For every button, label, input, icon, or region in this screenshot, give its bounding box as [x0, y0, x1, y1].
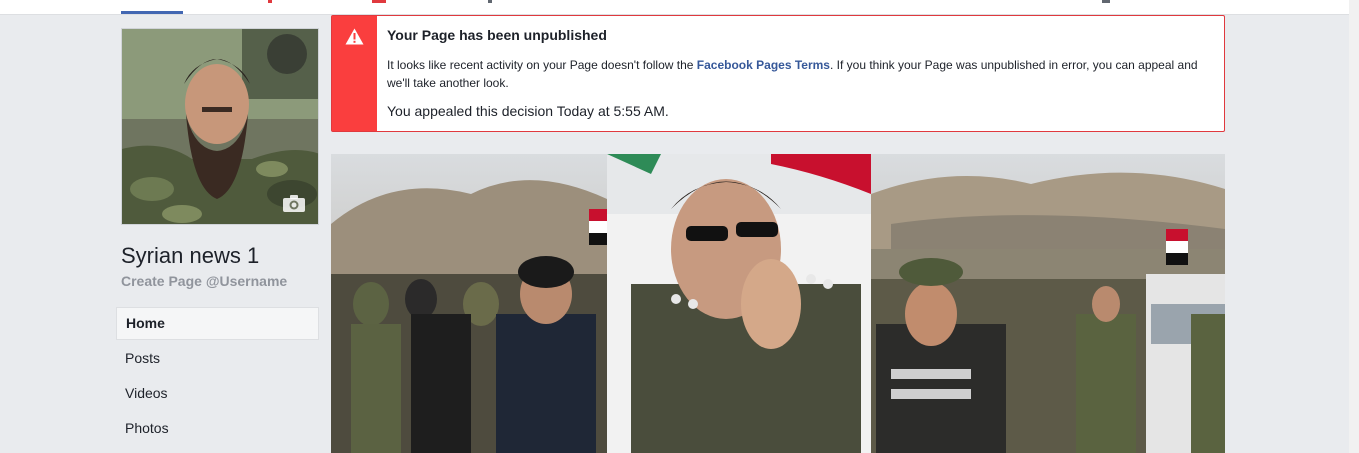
nav-item-videos[interactable]: Videos [116, 377, 319, 410]
nav-item-photos[interactable]: Photos [116, 412, 319, 445]
tab-icon-fragment [1102, 0, 1110, 3]
page-scrollbar[interactable] [1349, 0, 1359, 453]
cover-photo[interactable] [331, 154, 1225, 453]
tab-icon-fragment [488, 0, 492, 3]
tab-icon-fragment [268, 0, 272, 3]
top-navigation-bar [0, 0, 1349, 15]
camera-icon[interactable] [282, 193, 306, 213]
unpublished-alert: Your Page has been unpublished It looks … [331, 15, 1225, 132]
nav-item-posts[interactable]: Posts [116, 342, 319, 375]
alert-icon-strip [332, 16, 377, 131]
active-tab-indicator [121, 11, 183, 14]
alert-message: It looks like recent activity on your Pa… [387, 56, 1212, 92]
alert-message-text: It looks like recent activity on your Pa… [387, 58, 697, 72]
warning-triangle-icon [345, 28, 364, 45]
tab-icon-fragment [372, 0, 386, 3]
appeal-status: You appealed this decision Today at 5:55… [387, 103, 669, 119]
page-navigation: Home Posts Videos Photos [116, 307, 319, 447]
nav-item-home[interactable]: Home [116, 307, 319, 340]
alert-title: Your Page has been unpublished [387, 27, 607, 43]
facebook-pages-terms-link[interactable]: Facebook Pages Terms [697, 58, 830, 72]
create-username-link[interactable]: Create Page @Username [121, 273, 287, 289]
page-title: Syrian news 1 [121, 243, 260, 268]
